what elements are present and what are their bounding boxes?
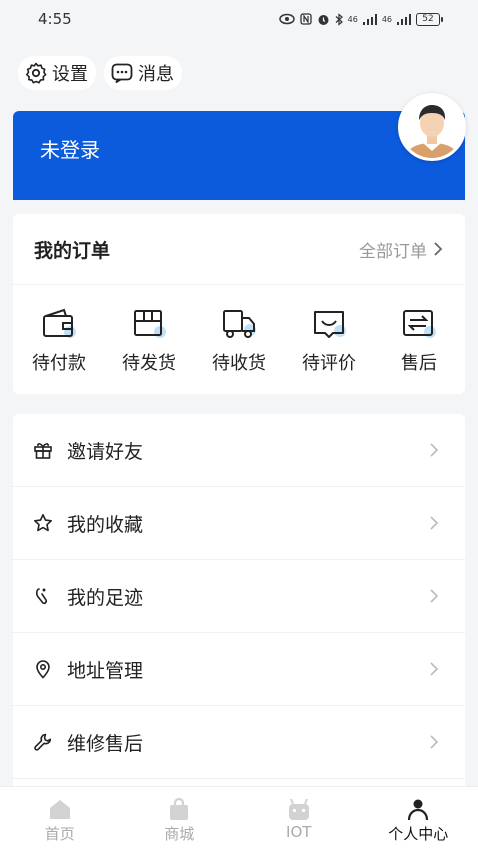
- shop-bag-icon: [170, 797, 189, 820]
- nav-iot[interactable]: IOT: [239, 787, 359, 850]
- footprint-icon: [35, 588, 48, 605]
- person-icon: [408, 799, 429, 821]
- gear-icon: [26, 62, 47, 84]
- truck-icon: [223, 310, 256, 338]
- battery-icon: 52: [416, 12, 443, 26]
- chevron-right-icon: [430, 735, 439, 749]
- message-icon: [111, 63, 133, 84]
- package-icon: [134, 310, 166, 338]
- nav-profile[interactable]: 个人中心: [359, 787, 478, 850]
- status-icons: 46 46 52: [278, 12, 443, 26]
- battery-level: 52: [422, 14, 434, 24]
- menu-item-label: 我的足迹: [67, 586, 144, 609]
- chevron-right-icon: [430, 662, 439, 676]
- menu-item-favorites[interactable]: 我的收藏: [13, 487, 465, 560]
- order-status-label: 售后: [401, 353, 437, 374]
- order-status-list: 待付款 待发货 待收货 待评价 售后: [13, 285, 465, 375]
- nav-shop[interactable]: 商城: [120, 787, 240, 850]
- signal-icon: [362, 13, 377, 25]
- nav-label: 个人中心: [388, 825, 449, 843]
- menu-item-label: 邀请好友: [67, 440, 144, 463]
- messages-label: 消息: [138, 64, 174, 85]
- messages-button[interactable]: 消息: [104, 56, 182, 90]
- bottom-nav: 首页 商城 IOT 个人中心: [0, 786, 478, 850]
- chevron-right-icon: [434, 242, 443, 256]
- order-status-label: 待付款: [32, 353, 86, 374]
- exchange-icon: [403, 310, 436, 338]
- status-bar: 4:55 46 46 52: [0, 0, 478, 38]
- avatar[interactable]: [398, 93, 466, 161]
- signal-label-2: 46: [381, 14, 392, 24]
- menu-item-label: 地址管理: [67, 659, 144, 682]
- all-orders-link[interactable]: 全部订单: [359, 237, 443, 262]
- orders-title: 我的订单: [34, 239, 111, 262]
- wrench-icon: [34, 733, 52, 751]
- order-status-label: 待收货: [212, 353, 266, 374]
- menu-item-repair-service[interactable]: 维修售后: [13, 706, 465, 779]
- orders-header: 我的订单 全部订单: [13, 214, 465, 285]
- menu-item-footprints[interactable]: 我的足迹: [13, 560, 465, 633]
- location-icon: [36, 660, 50, 679]
- review-icon: [314, 311, 346, 338]
- nav-label: 首页: [44, 825, 75, 843]
- all-orders-label: 全部订单: [359, 241, 427, 262]
- order-status-label: 待发货: [122, 353, 176, 374]
- chevron-right-icon: [430, 516, 439, 530]
- settings-label: 设置: [52, 64, 88, 85]
- home-icon: [49, 800, 70, 819]
- nfc-icon: [299, 13, 312, 25]
- order-status-after-sales[interactable]: 售后: [387, 307, 451, 375]
- nav-label: IOT: [286, 823, 312, 841]
- order-status-pending-payment[interactable]: 待付款: [27, 307, 91, 375]
- status-time: 4:55: [38, 10, 72, 28]
- nav-home[interactable]: 首页: [0, 787, 120, 850]
- order-status-pending-shipment[interactable]: 待发货: [117, 307, 181, 375]
- alarm-icon: [318, 14, 329, 25]
- order-status-pending-receipt[interactable]: 待收货: [207, 307, 271, 375]
- orders-card: 我的订单 全部订单 待付款 待发货 待收货 待评价 售后: [13, 214, 465, 394]
- wallet-icon: [43, 308, 76, 338]
- nav-label: 商城: [164, 825, 195, 843]
- signal-label-1: 46: [347, 14, 358, 24]
- menu-list: 邀请好友 我的收藏 我的足迹 地址管理 维修售后: [13, 414, 465, 786]
- bluetooth-icon: [335, 12, 343, 26]
- menu-item-invite-friends[interactable]: 邀请好友: [13, 414, 465, 487]
- menu-item-label: 我的收藏: [67, 513, 144, 536]
- star-icon: [34, 514, 52, 532]
- top-actions: 设置 消息: [18, 56, 182, 90]
- chevron-right-icon: [430, 443, 439, 457]
- order-status-label: 待评价: [302, 353, 356, 374]
- robot-icon: [288, 798, 309, 820]
- menu-item-label: 维修售后: [67, 732, 144, 755]
- gift-icon: [34, 443, 52, 459]
- avatar-portrait-icon: [401, 96, 463, 158]
- signal-icon: [397, 13, 411, 25]
- settings-button[interactable]: 设置: [18, 56, 96, 90]
- order-status-pending-review[interactable]: 待评价: [297, 307, 361, 375]
- login-status[interactable]: 未登录: [40, 134, 100, 163]
- eye-icon: [278, 13, 295, 25]
- menu-item-address[interactable]: 地址管理: [13, 633, 465, 706]
- chevron-right-icon: [430, 589, 439, 603]
